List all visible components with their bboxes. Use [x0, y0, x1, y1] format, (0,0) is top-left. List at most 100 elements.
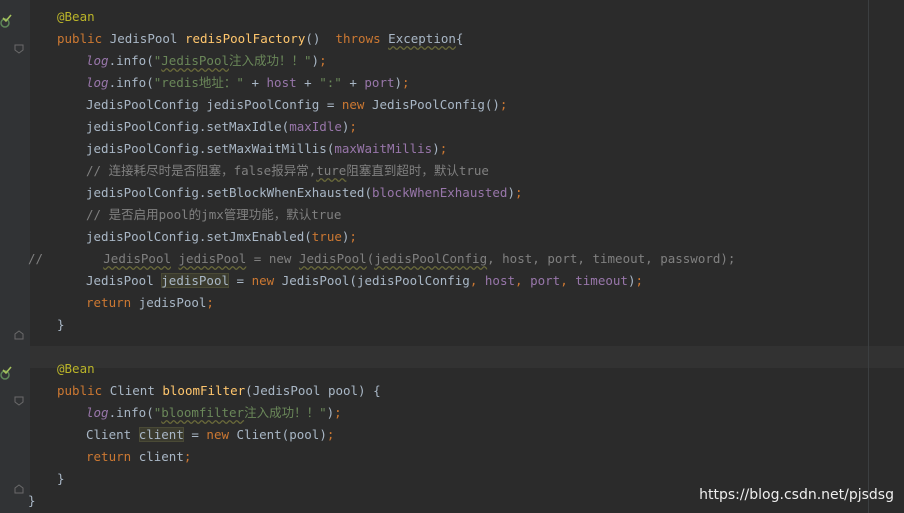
- code-line[interactable]: // 是否启用pool的jmx管理功能，默认true: [0, 204, 860, 226]
- code-token: ,: [469, 273, 485, 288]
- code-token: "redis地址：": [153, 75, 252, 90]
- code-line-text: return jedisPool;: [86, 292, 214, 314]
- code-line[interactable]: jedisPoolConfig.setBlockWhenExhausted(bl…: [0, 182, 860, 204]
- code-line-text: public JedisPool redisPoolFactory() thro…: [57, 28, 463, 50]
- code-token: client: [138, 427, 184, 442]
- code-token: .info(: [108, 405, 154, 420]
- code-token: host: [484, 273, 516, 288]
- code-token: jedisPoolConfig: [374, 251, 488, 266]
- code-line[interactable]: // 连接耗尽时是否阻塞，false报异常,ture阻塞直到超时，默认true: [0, 160, 860, 182]
- code-token: maxIdle: [289, 119, 342, 134]
- code-token: jedisPoolConfig.setMaxWaitMillis(: [86, 141, 335, 156]
- code-line[interactable]: public Client bloomFilter(JedisPool pool…: [0, 380, 860, 402]
- code-line[interactable]: jedisPoolConfig.setMaxIdle(maxIdle);: [0, 116, 860, 138]
- code-token: jedisPoolConfig.setJmxEnabled(: [86, 229, 312, 244]
- code-line[interactable]: @Bean: [0, 358, 860, 380]
- code-token: @Bean: [57, 9, 95, 24]
- code-token: ;: [334, 405, 342, 420]
- code-line-text: public Client bloomFilter(JedisPool pool…: [57, 380, 381, 402]
- code-token: @Bean: [57, 361, 95, 376]
- code-line-text: Client client = new Client(pool);: [86, 424, 334, 446]
- code-token: (): [305, 31, 336, 46]
- code-line[interactable]: return jedisPool;: [0, 292, 860, 314]
- code-token: JedisPool: [103, 251, 171, 266]
- code-line-text: // 是否启用pool的jmx管理功能，默认true: [86, 204, 341, 226]
- code-line-text: log.info("bloomfilter注入成功！！");: [86, 402, 342, 424]
- code-token: maxWaitMillis: [334, 141, 433, 156]
- code-token: bloomfilter: [161, 405, 245, 420]
- code-token: JedisPool: [298, 251, 367, 266]
- code-line-text: jedisPoolConfig.setMaxWaitMillis(maxWait…: [86, 138, 447, 160]
- code-token: timeout: [575, 273, 628, 288]
- code-line[interactable]: JedisPoolConfig jedisPoolConfig = new Je…: [0, 94, 860, 116]
- code-token: ;: [349, 229, 357, 244]
- code-token: // 连接耗尽时是否阻塞，false报异常,: [86, 163, 317, 178]
- code-token: (JedisPool pool) {: [245, 383, 381, 398]
- code-token: jedisPool: [178, 251, 247, 266]
- code-token: redisPoolFactory: [184, 31, 306, 46]
- code-token: return: [86, 449, 139, 464]
- code-token: ;: [206, 295, 214, 310]
- code-token: 注入成功！！": [229, 53, 312, 68]
- code-line-text: return client;: [86, 446, 191, 468]
- code-token: = new: [246, 251, 299, 266]
- code-token: new: [206, 427, 237, 442]
- code-line-text: }: [57, 314, 65, 336]
- code-token: {: [455, 31, 464, 46]
- code-line[interactable]: jedisPoolConfig.setMaxWaitMillis(maxWait…: [0, 138, 860, 160]
- code-line[interactable]: [0, 336, 860, 358]
- code-line-text: JedisPool jedisPool = new JedisPool(jedi…: [86, 270, 643, 292]
- code-token: new: [341, 97, 372, 112]
- code-token: Client(pool): [236, 427, 327, 442]
- code-line[interactable]: @Bean: [0, 6, 860, 28]
- code-line-text: jedisPoolConfig.setMaxIdle(maxIdle);: [86, 116, 357, 138]
- code-token: .info(: [108, 75, 154, 90]
- code-token: ;: [635, 273, 643, 288]
- code-token: port: [530, 273, 561, 288]
- code-token: public: [57, 383, 110, 398]
- code-token: JedisPoolConfig jedisPoolConfig =: [86, 97, 342, 112]
- code-token: ): [507, 185, 515, 200]
- code-line-text: jedisPoolConfig.setBlockWhenExhausted(bl…: [86, 182, 523, 204]
- code-token: +: [251, 75, 267, 90]
- code-token: ;: [514, 185, 523, 200]
- code-line-text: log.info("JedisPool注入成功！！");: [86, 50, 327, 72]
- code-token: jedisPoolConfig.setBlockWhenExhausted(: [86, 185, 372, 200]
- code-token: port: [364, 75, 395, 90]
- code-line[interactable]: }: [0, 314, 860, 336]
- code-line[interactable]: JedisPool jedisPool = new JedisPool(jedi…: [0, 270, 860, 292]
- code-token: ): [394, 75, 403, 90]
- code-line[interactable]: log.info("redis地址：" + host + ":" + port)…: [0, 72, 860, 94]
- code-token: public: [57, 31, 110, 46]
- code-token: 阻塞直到超时，默认true: [346, 163, 489, 178]
- code-token: ;: [349, 119, 357, 134]
- code-line-text: jedisPoolConfig.setJmxEnabled(true);: [86, 226, 357, 248]
- code-line[interactable]: jedisPoolConfig.setJmxEnabled(true);: [0, 226, 860, 248]
- code-token: ;: [499, 97, 508, 112]
- code-token: .info(: [108, 53, 154, 68]
- code-token: jedisPoolConfig.setMaxIdle(: [86, 119, 290, 134]
- code-token: ture: [316, 163, 347, 178]
- code-line[interactable]: Client client = new Client(pool);: [0, 424, 860, 446]
- code-token: JedisPool: [161, 53, 229, 68]
- code-line-text: @Bean: [57, 358, 95, 380]
- code-token: =: [183, 427, 207, 442]
- code-token: , host, port, timeout, password);: [487, 251, 736, 266]
- code-token: log: [86, 75, 109, 90]
- code-line-text: }: [28, 490, 36, 512]
- code-token: return: [86, 295, 139, 310]
- code-token: ;: [319, 53, 327, 68]
- code-token: ;: [439, 141, 448, 156]
- code-token: log: [86, 53, 109, 68]
- code-line[interactable]: log.info("JedisPool注入成功！！");: [0, 50, 860, 72]
- code-line[interactable]: public JedisPool redisPoolFactory() thro…: [0, 28, 860, 50]
- code-token: ): [432, 141, 440, 156]
- right-margin-guide: [868, 0, 869, 513]
- code-line[interactable]: log.info("bloomfilter注入成功！！");: [0, 402, 860, 424]
- code-line[interactable]: return client;: [0, 446, 860, 468]
- code-token: ,: [560, 273, 576, 288]
- code-line[interactable]: // JedisPool jedisPool = new JedisPool(j…: [0, 248, 860, 270]
- code-editor[interactable]: @Bean public JedisPool redisPoolFactory()…: [0, 0, 904, 513]
- code-token: Client: [109, 383, 163, 398]
